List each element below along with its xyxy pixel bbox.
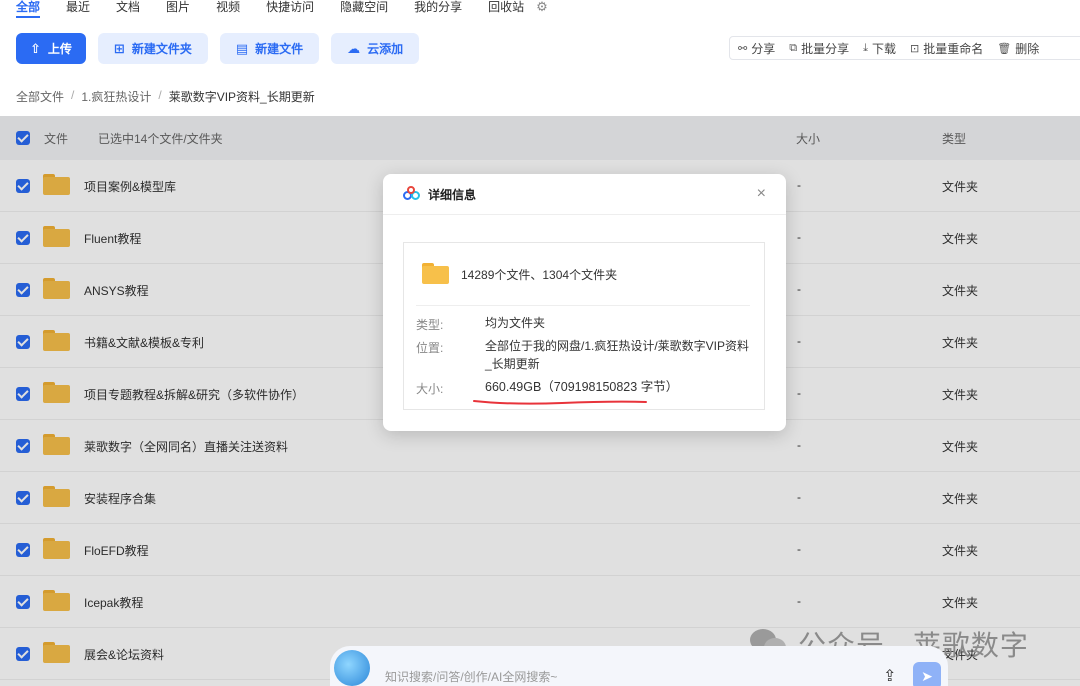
top-tabs: 全部 最近 文档 图片 视频 快捷访问 隐藏空间 我的分享 回收站 ⚙ xyxy=(0,0,548,18)
batch-rename-label: 批量重命名 xyxy=(923,41,984,56)
tab-all[interactable]: 全部 xyxy=(16,0,41,18)
dialog-title: 详细信息 xyxy=(428,187,477,202)
download-label: 下载 xyxy=(871,41,896,56)
rename-icon: ⊡ xyxy=(910,42,920,55)
tab-videos[interactable]: 视频 xyxy=(216,0,240,14)
cloud-upload-icon: ☁ xyxy=(347,40,361,56)
tab-images[interactable]: 图片 xyxy=(166,0,190,14)
type-label: 类型: xyxy=(416,318,444,332)
send-icon[interactable]: ➤ xyxy=(913,662,941,686)
type-value: 均为文件夹 xyxy=(485,316,546,330)
divider xyxy=(416,305,750,306)
breadcrumb: 全部文件 / 1.疯狂热设计 / 莱歌数字VIP资料_长期更新 xyxy=(16,88,315,105)
delete-button[interactable]: 🗑 删除 xyxy=(997,40,1039,57)
size-value: 660.49GB（709198150823 字节） xyxy=(485,380,679,394)
batch-actions: ⚯ 分享 ⧉ 批量分享 ⤓ 下载 ⊡ 批量重命名 🗑 删除 xyxy=(729,36,1080,60)
item-count: 14289个文件、1304个文件夹 xyxy=(461,268,618,282)
cloud-add-label: 云添加 xyxy=(367,42,404,56)
close-icon[interactable]: × xyxy=(757,186,766,202)
size-label: 大小: xyxy=(416,382,444,396)
tab-hidden-space[interactable]: 隐藏空间 xyxy=(340,0,388,14)
details-dialog: 详细信息 × 14289个文件、1304个文件夹 类型: 均为文件夹 位置: 全… xyxy=(383,174,786,431)
tab-my-shares[interactable]: 我的分享 xyxy=(414,0,462,14)
upload-label: 上传 xyxy=(47,42,72,56)
batch-share-button[interactable]: ⧉ 批量分享 xyxy=(789,40,849,57)
add-folder-icon: ⊞ xyxy=(113,40,125,56)
download-icon: ⤓ xyxy=(863,41,868,54)
dialog-header: 详细信息 xyxy=(383,174,786,215)
share-button[interactable]: ⚯ 分享 xyxy=(738,40,775,57)
upload-icon: ⇧ xyxy=(30,40,41,56)
upload-button[interactable]: ⇧ 上传 xyxy=(16,33,86,64)
ai-search-bar[interactable]: 知识搜索/问答/创作/AI全网搜索~ ⇪ ➤ xyxy=(330,646,948,686)
location-value: 全部位于我的网盘/1.疯狂热设计/莱歌数字VIP资料_长期更新 xyxy=(485,339,750,371)
breadcrumb-root[interactable]: 全部文件 xyxy=(16,88,64,105)
new-folder-button[interactable]: ⊞ 新建文件夹 xyxy=(97,33,208,64)
batch-share-icon: ⧉ xyxy=(789,41,798,54)
new-folder-label: 新建文件夹 xyxy=(131,42,192,56)
share-label: 分享 xyxy=(751,41,776,56)
tab-quick-access[interactable]: 快捷访问 xyxy=(266,0,314,14)
breadcrumb-separator: / xyxy=(158,88,162,102)
location-label: 位置: xyxy=(416,341,444,355)
new-file-label: 新建文件 xyxy=(255,42,304,56)
new-file-icon: ▤ xyxy=(235,40,249,56)
tab-documents[interactable]: 文档 xyxy=(116,0,140,14)
trash-icon: 🗑 xyxy=(997,42,1012,55)
breadcrumb-level1[interactable]: 1.疯狂热设计 xyxy=(81,88,151,105)
new-file-button[interactable]: ▤ 新建文件 xyxy=(219,33,320,64)
delete-label: 删除 xyxy=(1015,41,1040,56)
folder-icon xyxy=(422,263,449,284)
breadcrumb-current: 莱歌数字VIP资料_长期更新 xyxy=(168,90,315,104)
toolbar: ⇧ 上传 ⊞ 新建文件夹 ▤ 新建文件 ☁ 云添加 xyxy=(16,33,431,64)
red-annotation-underline xyxy=(473,400,647,405)
gear-icon[interactable]: ⚙ xyxy=(536,0,548,13)
tab-recent[interactable]: 最近 xyxy=(66,0,90,14)
share-icon: ⚯ xyxy=(738,42,748,55)
download-button[interactable]: ⤓ 下载 xyxy=(863,40,896,57)
assistant-avatar-icon[interactable] xyxy=(334,650,370,686)
batch-rename-button[interactable]: ⊡ 批量重命名 xyxy=(910,40,983,57)
batch-share-label: 批量分享 xyxy=(801,41,850,56)
breadcrumb-separator: / xyxy=(71,88,75,102)
cloud-add-button[interactable]: ☁ 云添加 xyxy=(331,33,420,64)
upload-share-icon[interactable]: ⇪ xyxy=(883,666,896,686)
tab-recycle-bin[interactable]: 回收站 xyxy=(488,0,524,14)
cloud-logo-icon xyxy=(403,186,421,200)
search-placeholder[interactable]: 知识搜索/问答/创作/AI全网搜索~ xyxy=(385,668,557,685)
details-panel: 14289个文件、1304个文件夹 类型: 均为文件夹 位置: 全部位于我的网盘… xyxy=(403,242,765,410)
